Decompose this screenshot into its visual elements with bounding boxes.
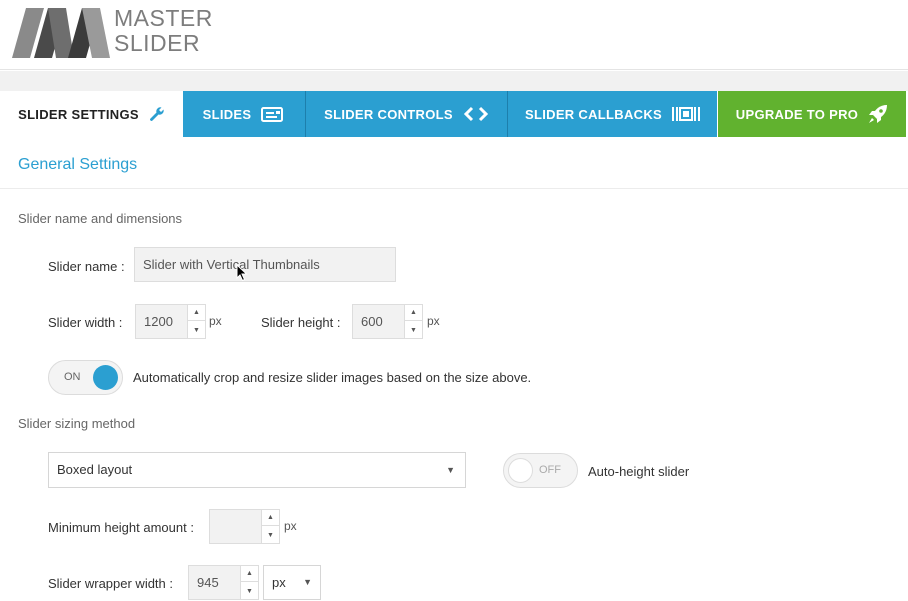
slider-height-stepper[interactable]: 600 ▲ ▼ xyxy=(352,304,423,339)
tab-upgrade-to-pro[interactable]: UPGRADE TO PRO xyxy=(718,91,906,137)
min-height-stepper[interactable]: ▲ ▼ xyxy=(209,509,280,544)
decrement-arrow-icon[interactable]: ▼ xyxy=(405,322,422,338)
tab-slides[interactable]: SLIDES xyxy=(183,91,305,137)
mouse-cursor-icon xyxy=(236,264,248,282)
auto-crop-label: Automatically crop and resize slider ima… xyxy=(133,370,532,385)
slider-width-stepper[interactable]: 1200 ▲ ▼ xyxy=(135,304,206,339)
section-divider xyxy=(0,188,908,189)
slider-height-value: 600 xyxy=(361,314,383,329)
slider-width-label: Slider width : xyxy=(48,315,123,330)
slides-icon xyxy=(261,107,284,122)
arrows-icon xyxy=(463,106,488,122)
min-height-label: Minimum height amount : xyxy=(48,520,194,535)
rocket-icon xyxy=(869,105,888,123)
tab-label: SLIDES xyxy=(202,106,252,122)
header: MASTER SLIDER xyxy=(0,0,908,70)
wrapper-width-value: 945 xyxy=(197,575,219,590)
tab-label: SLIDER CONTROLS xyxy=(324,106,453,122)
slider-width-unit: px xyxy=(209,314,222,328)
tab-slider-callbacks[interactable]: SLIDER CALLBACKS xyxy=(508,91,717,137)
increment-arrow-icon[interactable]: ▲ xyxy=(405,305,422,321)
wrapper-width-stepper[interactable]: 945 ▲ ▼ xyxy=(188,565,259,600)
slider-height-label: Slider height : xyxy=(261,315,341,330)
wrench-icon xyxy=(149,107,164,121)
tab-slider-settings[interactable]: SLIDER SETTINGS xyxy=(0,91,183,137)
logo-line-2: SLIDER xyxy=(114,30,201,56)
toggle-state-label: ON xyxy=(64,371,81,383)
logo-line-1: MASTER xyxy=(114,5,213,31)
auto-crop-toggle[interactable]: ON xyxy=(48,360,123,395)
tab-label: UPGRADE TO PRO xyxy=(735,106,859,122)
auto-height-toggle[interactable]: OFF xyxy=(503,453,578,488)
chevron-down-icon: ▼ xyxy=(446,465,455,475)
decrement-arrow-icon[interactable]: ▼ xyxy=(188,322,205,338)
slider-width-value: 1200 xyxy=(144,314,173,329)
toggle-knob xyxy=(508,458,533,483)
sizing-layout-value: Boxed layout xyxy=(57,462,133,477)
slider-name-input[interactable]: Slider with Vertical Thumbnails xyxy=(134,247,396,282)
increment-arrow-icon[interactable]: ▲ xyxy=(188,305,205,321)
header-band xyxy=(0,71,908,91)
group-label-sizing: Slider sizing method xyxy=(18,416,136,431)
sizing-layout-select[interactable]: Boxed layout ▼ xyxy=(48,452,466,488)
settings-tabs: SLIDER SETTINGS SLIDES SLIDER CONTROLS S… xyxy=(0,91,908,137)
wrapper-unit-value: px xyxy=(272,575,286,590)
section-title: General Settings xyxy=(18,156,138,173)
increment-arrow-icon[interactable]: ▲ xyxy=(241,566,258,582)
toggle-state-label: OFF xyxy=(539,464,561,476)
wrapper-unit-select[interactable]: px ▼ xyxy=(263,565,321,600)
wrapper-width-label: Slider wrapper width : xyxy=(48,576,173,591)
group-label-dimensions: Slider name and dimensions xyxy=(18,211,183,226)
chevron-down-icon: ▼ xyxy=(303,577,312,587)
slider-height-unit: px xyxy=(427,314,440,328)
stepper: ▲ ▼ xyxy=(404,305,422,338)
logo-text: MASTER SLIDER xyxy=(114,6,213,56)
increment-arrow-icon[interactable]: ▲ xyxy=(262,510,279,526)
decrement-arrow-icon[interactable]: ▼ xyxy=(241,583,258,599)
decrement-arrow-icon[interactable]: ▼ xyxy=(262,527,279,543)
stepper: ▲ ▼ xyxy=(240,566,258,599)
stepper: ▲ ▼ xyxy=(261,510,279,543)
stepper: ▲ ▼ xyxy=(187,305,205,338)
callbacks-icon xyxy=(671,107,700,121)
master-slider-logo-icon xyxy=(12,8,110,58)
tab-label: SLIDER CALLBACKS xyxy=(525,106,662,122)
tab-slider-controls[interactable]: SLIDER CONTROLS xyxy=(306,91,507,137)
slider-name-label: Slider name : xyxy=(48,259,125,274)
tab-label: SLIDER SETTINGS xyxy=(18,106,139,122)
min-height-unit: px xyxy=(284,519,297,533)
toggle-knob xyxy=(93,365,118,390)
auto-height-label: Auto-height slider xyxy=(588,464,690,479)
